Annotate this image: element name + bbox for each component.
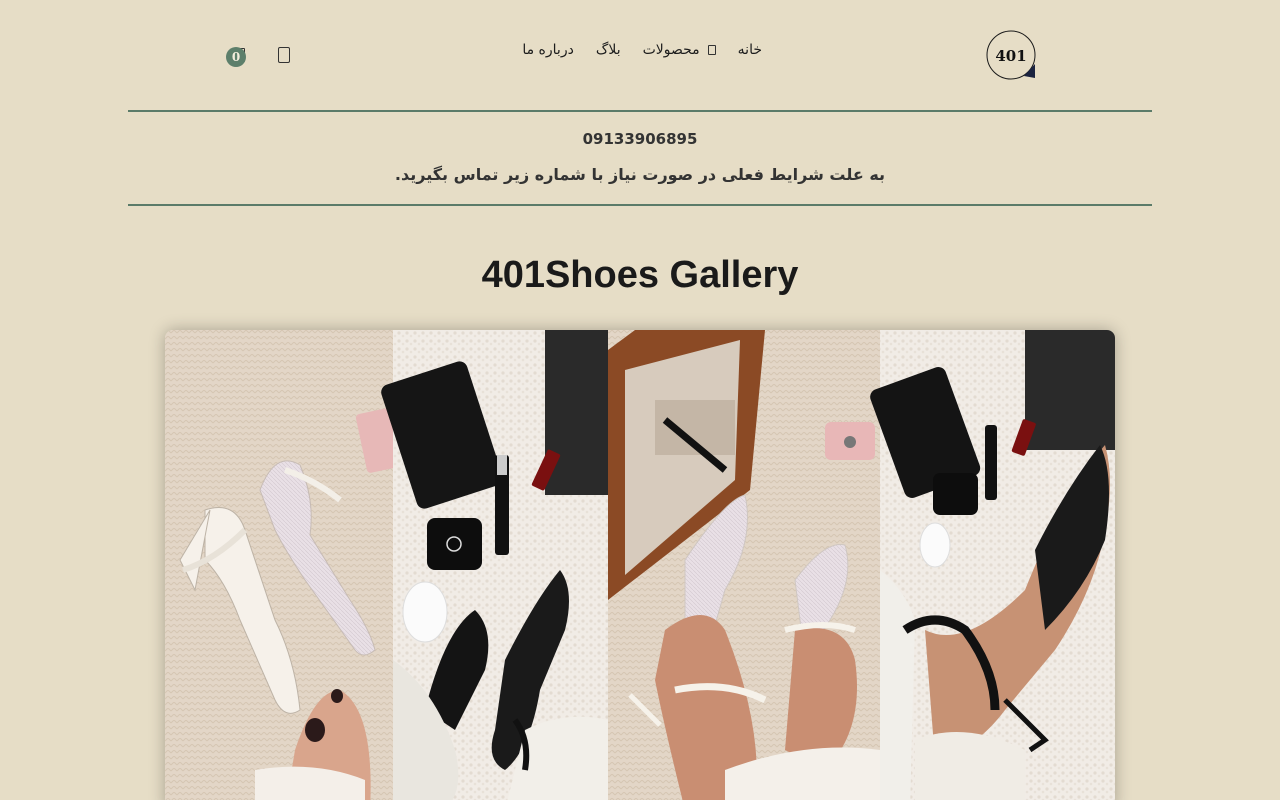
- photo-panel-4: [870, 330, 1115, 800]
- cart-button[interactable]: 0: [226, 44, 248, 67]
- nav-item-products[interactable]: محصولات: [643, 42, 716, 58]
- chevron-down-icon: [707, 45, 716, 55]
- photo-panel-3: [608, 330, 880, 800]
- divider-bottom: [128, 204, 1152, 206]
- gallery-image[interactable]: [165, 330, 1115, 800]
- notice-message: به علت شرایط فعلی در صورت نیاز با شماره …: [394, 165, 886, 184]
- logo-text: 401: [995, 47, 1026, 65]
- contact-phone[interactable]: 09133906895: [0, 130, 1280, 148]
- site-header: 401 خانه محصولات بلاگ درباره ما 0: [0, 0, 1280, 110]
- nav-item-blog[interactable]: بلاگ: [596, 42, 621, 58]
- user-icon[interactable]: [278, 47, 290, 63]
- nav-item-home[interactable]: خانه: [738, 42, 762, 58]
- divider-top: [128, 110, 1152, 112]
- cart-count-badge: 0: [226, 47, 246, 67]
- brand-logo[interactable]: 401: [986, 30, 1036, 80]
- photo-panel-2: [381, 330, 608, 800]
- nav-item-about[interactable]: درباره ما: [522, 42, 573, 58]
- photo-panel-1: [165, 330, 407, 800]
- gallery-title: 401Shoes Gallery: [481, 254, 799, 296]
- main-nav: خانه محصولات بلاگ درباره ما: [522, 42, 762, 58]
- header-actions: 0: [226, 44, 290, 67]
